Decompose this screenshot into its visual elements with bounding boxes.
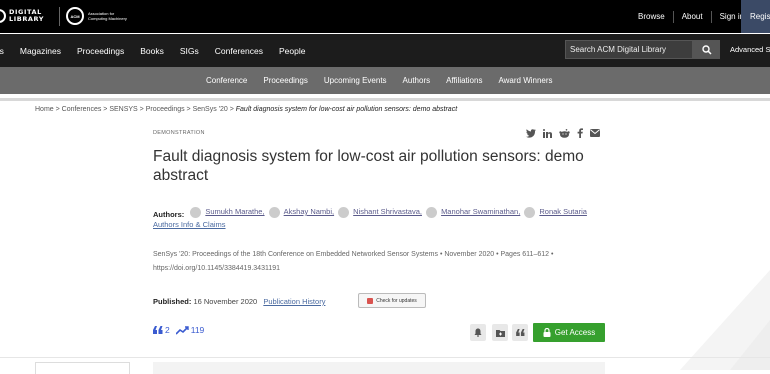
linkedin-icon[interactable] — [543, 128, 552, 138]
top-links: Browse About Sign in — [630, 0, 752, 33]
nav-sigs[interactable]: SIGs — [180, 46, 199, 56]
author-name[interactable]: Akshay Nambi, — [284, 205, 334, 218]
published-label: Published: — [153, 297, 192, 306]
advanced-search-link[interactable]: Advanced Se — [730, 45, 770, 54]
avatar — [338, 207, 350, 218]
twitter-icon[interactable] — [526, 128, 536, 138]
sub-nav: Conference Proceedings Upcoming Events A… — [0, 67, 770, 94]
author[interactable]: Akshay Nambi, — [268, 205, 334, 218]
folder-icon — [495, 329, 505, 337]
author[interactable]: Sumukh Marathe, — [190, 205, 265, 218]
authors-info-link[interactable]: Authors Info & Claims — [153, 220, 226, 229]
get-access-label: Get Access — [554, 328, 596, 337]
author-name[interactable]: Sumukh Marathe, — [205, 205, 264, 218]
search-button[interactable] — [693, 40, 720, 59]
authors-label: Authors: — [153, 210, 185, 219]
email-icon[interactable] — [590, 129, 600, 137]
acm-logo-icon: ACM — [66, 7, 84, 25]
author-name[interactable]: Manohar Swaminathan, — [441, 205, 520, 218]
share-icons — [526, 128, 607, 138]
divider — [0, 98, 770, 101]
sidebar-panel — [35, 362, 130, 374]
search-icon — [701, 44, 712, 55]
nav-proceedings[interactable]: Proceedings — [77, 46, 124, 56]
author[interactable]: Manohar Swaminathan, — [426, 205, 520, 218]
subnav-affiliations[interactable]: Affiliations — [446, 76, 482, 85]
bell-icon — [474, 328, 482, 337]
nav-magazines[interactable]: Magazines — [20, 46, 61, 56]
crossmark-icon — [367, 297, 374, 304]
browse-link[interactable]: Browse — [630, 12, 673, 21]
breadcrumb: Home > Conferences > SENSYS > Proceeding… — [35, 106, 457, 113]
downloads-count: 119 — [190, 325, 205, 335]
downloads-metric[interactable]: 119 — [175, 325, 205, 335]
search-input[interactable]: Search ACM Digital Library — [565, 40, 693, 59]
acm-line2: Computing Machinery — [88, 16, 127, 21]
author[interactable]: Ronak Sutaria — [524, 205, 587, 218]
divider — [0, 357, 770, 358]
reddit-icon[interactable] — [559, 128, 570, 138]
alert-button[interactable] — [470, 324, 486, 341]
background-decoration — [680, 270, 770, 370]
add-to-binder-button[interactable] — [492, 324, 508, 341]
logo-divider — [59, 7, 60, 26]
breadcrumb-current: Fault diagnosis system for low-cost air … — [235, 106, 458, 113]
subnav-upcoming-events[interactable]: Upcoming Events — [324, 76, 387, 85]
check-for-updates-button[interactable]: Check for updates — [358, 293, 426, 308]
metrics: 2 119 — [153, 325, 210, 335]
author-name[interactable]: Ronak Sutaria — [539, 205, 587, 218]
nav-books[interactable]: Books — [140, 46, 164, 56]
check-for-updates-label: Check for updates — [376, 297, 417, 304]
top-bar: DIGITAL LIBRARY ACM Association for Comp… — [0, 0, 770, 33]
quote-icon — [153, 326, 163, 334]
facebook-icon[interactable] — [577, 128, 583, 138]
avatar — [268, 207, 280, 218]
digital-library-logo-icon — [0, 9, 6, 23]
subnav-authors[interactable]: Authors — [403, 76, 431, 85]
quote-icon — [515, 329, 524, 336]
citations-count: 2 — [165, 325, 170, 335]
subnav-award-winners[interactable]: Award Winners — [498, 76, 552, 85]
nav-people[interactable]: People — [279, 46, 305, 56]
avatar — [426, 207, 438, 218]
author-name[interactable]: Nishant Shrivastava, — [353, 205, 422, 218]
about-link[interactable]: About — [674, 12, 711, 21]
content-panel — [153, 362, 605, 374]
avatar — [524, 207, 536, 218]
author[interactable]: Nishant Shrivastava, — [338, 205, 422, 218]
subnav-conference[interactable]: Conference — [206, 76, 247, 85]
nav-conferences[interactable]: Conferences — [215, 46, 263, 56]
article-type-label: DEMONSTRATION — [153, 130, 205, 136]
breadcrumb-trail[interactable]: Home > Conferences > SENSYS > Proceeding… — [35, 106, 234, 113]
dl-logo-line2: LIBRARY — [9, 15, 45, 23]
subnav-proceedings[interactable]: Proceedings — [263, 76, 307, 85]
register-button[interactable]: Regist — [741, 0, 770, 33]
nav-journals[interactable]: als — [0, 46, 4, 56]
avatar — [190, 207, 202, 218]
digital-library-logo[interactable]: DIGITAL LIBRARY — [0, 9, 44, 23]
acm-badge-text: ACM — [70, 13, 80, 19]
publication-history-link[interactable]: Publication History — [263, 297, 325, 306]
citations-metric[interactable]: 2 — [153, 325, 170, 335]
article-title: Fault diagnosis system for low-cost air … — [153, 148, 584, 184]
trend-icon — [175, 325, 189, 335]
publication-info: SenSys '20: Proceedings of the 18th Conf… — [153, 251, 554, 272]
lock-icon — [543, 328, 551, 337]
published-date: 16 November 2020 — [193, 297, 258, 306]
authors-list: Authors: Sumukh Marathe, Akshay Nambi, N… — [153, 205, 613, 221]
published-info: Published: 16 November 2020 Publication … — [153, 297, 325, 306]
acm-logo[interactable]: ACM Association for Computing Machinery — [66, 7, 127, 25]
cite-button[interactable] — [512, 324, 528, 341]
get-access-button[interactable]: Get Access — [533, 323, 605, 342]
